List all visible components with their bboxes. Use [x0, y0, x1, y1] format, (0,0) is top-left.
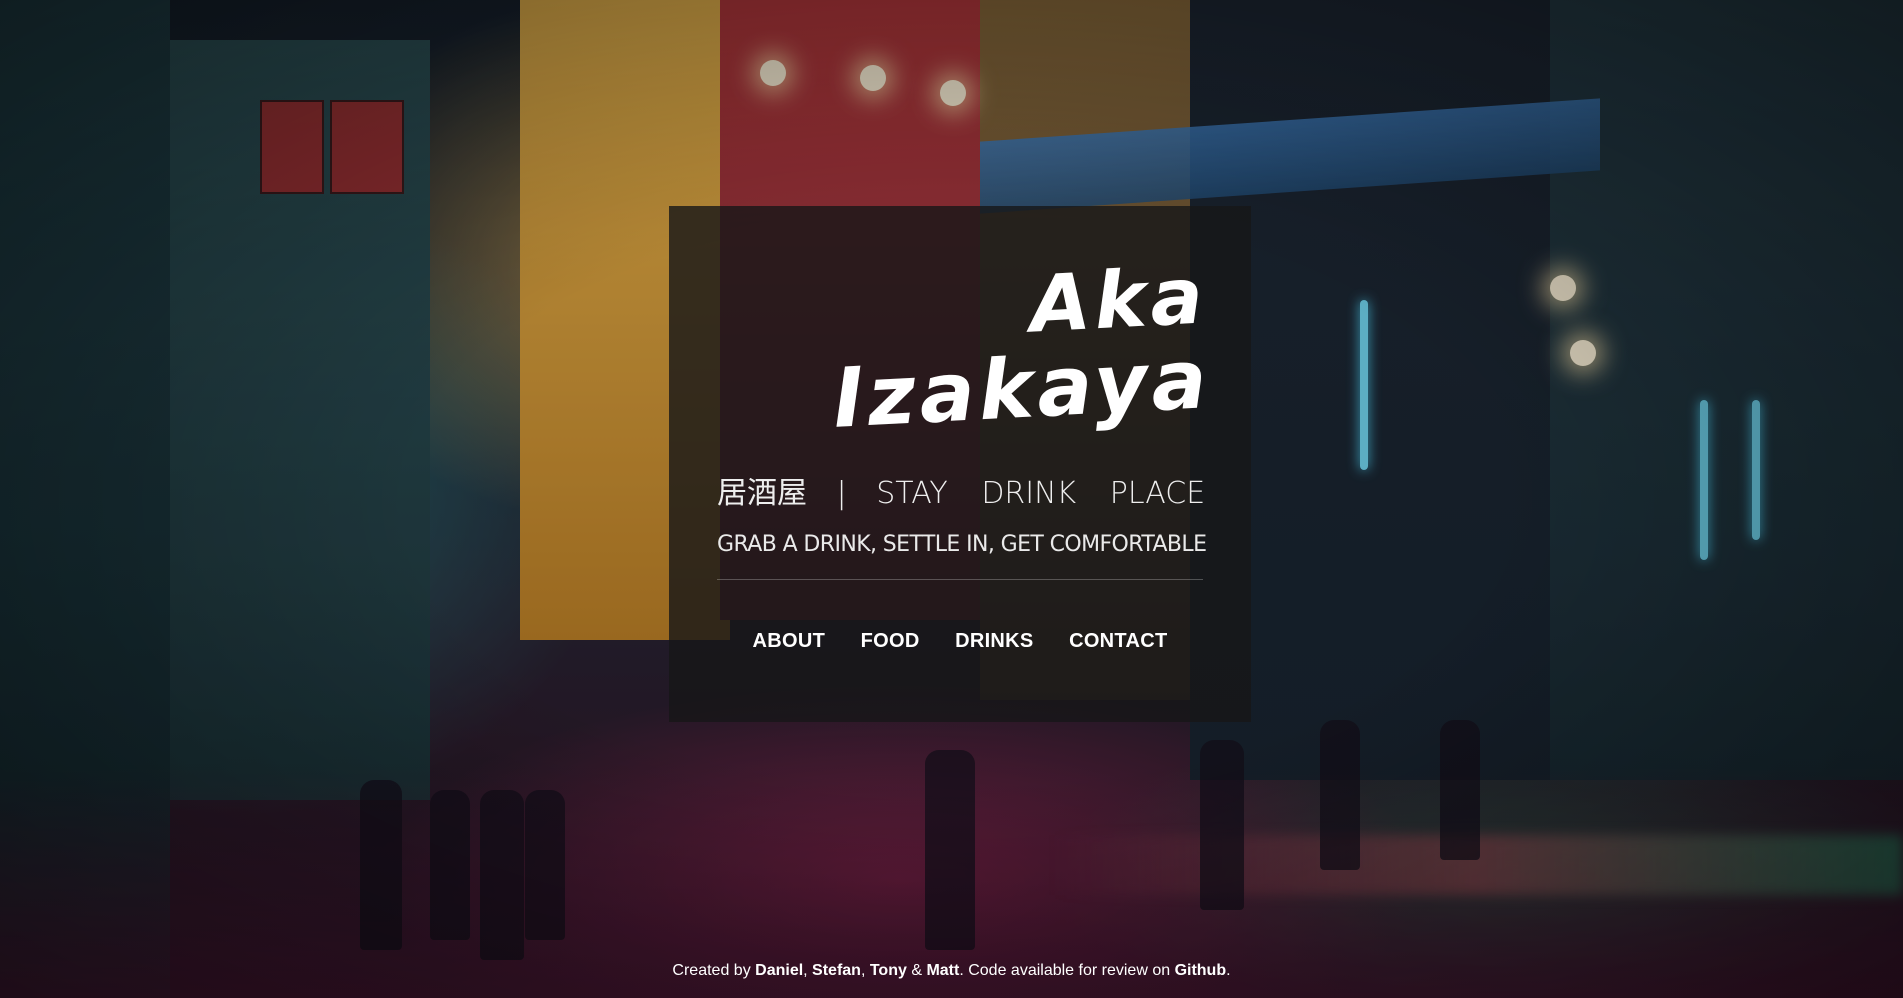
nav-link-drinks[interactable]: DRINKS [955, 630, 1033, 653]
nav-link-contact[interactable]: CONTACT [1069, 630, 1167, 653]
footer-comma: , [803, 962, 813, 979]
page: Aka Izakaya 居酒屋 | STAY DRINK PLACE GRAB … [0, 0, 1903, 998]
footer-ampersand: & [906, 962, 927, 979]
divider [717, 579, 1203, 580]
site-title-line2: Izakaya [831, 332, 1214, 447]
main-nav: ABOUT FOOD DRINKS CONTACT [717, 630, 1203, 653]
tagline-word-place: PLACE [1109, 476, 1206, 511]
tagline-word-stay: STAY [876, 476, 948, 511]
tagline-word-drink: DRINK [981, 476, 1077, 511]
footer-prefix: Created by [672, 962, 756, 979]
author-name: Matt [926, 962, 960, 979]
tagline: 居酒屋 | STAY DRINK PLACE [717, 468, 1205, 512]
tagline-separator: | [836, 476, 847, 511]
tagline-kanji: 居酒屋 [717, 476, 807, 511]
footer-credits: Created by Daniel, Stefan, Tony & Matt. … [0, 962, 1903, 980]
github-link[interactable]: Github [1175, 962, 1227, 979]
hero-card: Aka Izakaya 居酒屋 | STAY DRINK PLACE GRAB … [669, 206, 1251, 722]
author-name: Stefan [812, 962, 861, 979]
footer-suffix: . [1226, 962, 1231, 979]
author-name: Tony [869, 962, 907, 979]
hero-subtitle: GRAB A DRINK, SETTLE IN, GET COMFORTABLE [717, 532, 1207, 557]
footer-comma: , [860, 962, 870, 979]
author-name: Daniel [755, 962, 804, 979]
footer-middle-text: . Code available for review on [959, 962, 1175, 979]
nav-link-about[interactable]: ABOUT [753, 630, 826, 653]
nav-link-food[interactable]: FOOD [861, 630, 920, 653]
